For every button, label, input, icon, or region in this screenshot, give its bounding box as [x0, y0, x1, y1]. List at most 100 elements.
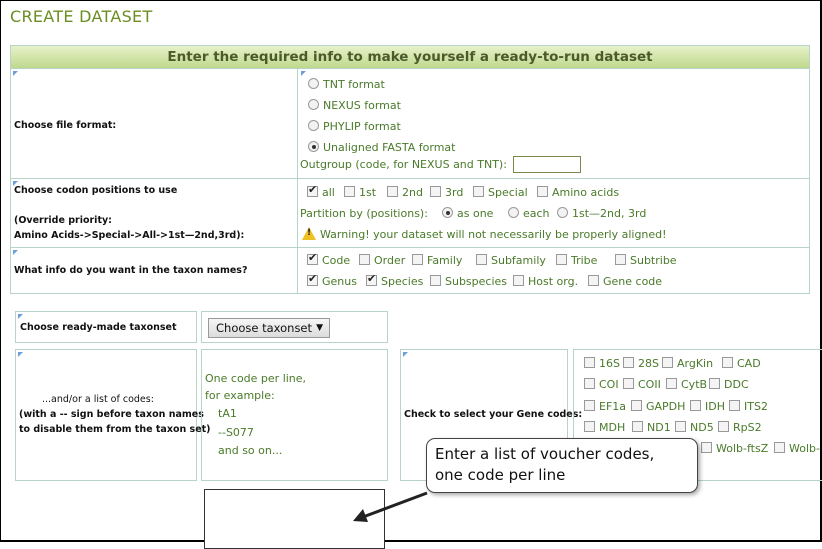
checkbox-icon[interactable]	[615, 254, 626, 265]
partition-1st-2nd-3rd[interactable]: 1st—2nd, 3rd	[557, 207, 646, 220]
codes-label-line2: (with a -- sign before taxon names	[19, 409, 204, 420]
checkbox-checked-icon[interactable]	[307, 183, 318, 197]
codes-hint-line2: for example:	[205, 389, 275, 402]
partition-as-one[interactable]: as one	[442, 207, 493, 220]
checkbox-icon[interactable]	[412, 254, 423, 265]
checkbox-icon[interactable]	[623, 357, 634, 368]
gene-cytb[interactable]: CytB	[666, 378, 707, 391]
taxon-host-org[interactable]: Host org.	[513, 275, 578, 288]
checkbox-icon[interactable]	[584, 421, 595, 432]
taxonset-select[interactable]: Choose taxonset ▼	[208, 318, 330, 338]
gene-wolb-more[interactable]: Wolb-	[774, 442, 820, 455]
checkbox-icon[interactable]	[690, 400, 701, 411]
taxon-code[interactable]: Code	[307, 251, 350, 267]
gene-its2[interactable]: ITS2	[729, 400, 768, 413]
checkbox-checked-icon[interactable]	[307, 272, 318, 286]
codon-1st[interactable]: 1st	[344, 186, 376, 199]
gene-argkin[interactable]: ArgKin	[662, 357, 713, 370]
checkbox-icon[interactable]	[584, 378, 595, 389]
checkbox-icon[interactable]	[513, 275, 524, 286]
checkbox-icon[interactable]	[718, 421, 729, 432]
format-option-nexus[interactable]: NEXUS format	[308, 99, 401, 112]
taxon-gene-code[interactable]: Gene code	[588, 275, 662, 288]
format-option-tnt[interactable]: TNT format	[308, 78, 385, 91]
codon-amino-acids[interactable]: Amino acids	[537, 186, 619, 199]
radio-selected-icon[interactable]	[308, 141, 319, 152]
gene-nd1[interactable]: ND1	[632, 421, 671, 434]
checkbox-icon[interactable]	[662, 357, 673, 368]
gene-coi[interactable]: COI	[584, 378, 619, 391]
radio-icon[interactable]	[308, 120, 319, 131]
partition-each[interactable]: each	[508, 207, 550, 220]
checkbox-icon[interactable]	[584, 357, 595, 368]
checkbox-icon[interactable]	[623, 378, 634, 389]
gene-28s[interactable]: 28S	[623, 357, 659, 370]
radio-icon[interactable]	[508, 207, 519, 218]
gene-gapdh[interactable]: GAPDH	[631, 400, 685, 413]
gene-rps2[interactable]: RpS2	[718, 421, 762, 434]
taxon-subtribe[interactable]: Subtribe	[615, 254, 677, 267]
checkbox-icon[interactable]	[709, 378, 720, 389]
codon-2nd[interactable]: 2nd	[387, 186, 423, 199]
codes-hint-line5: and so on...	[218, 444, 283, 457]
gene-mdh[interactable]: MDH	[584, 421, 625, 434]
gene-ddc[interactable]: DDC	[709, 378, 749, 391]
radio-selected-icon[interactable]	[442, 207, 453, 218]
taxon-genus[interactable]: Genus	[307, 272, 357, 288]
taxon-subspecies[interactable]: Subspecies	[430, 275, 507, 288]
gene-ef1a[interactable]: EF1a	[584, 400, 626, 413]
checkbox-icon[interactable]	[430, 186, 441, 197]
codes-hint-line4: --S077	[218, 426, 254, 439]
file-format-label-cell: Choose file format:	[11, 69, 298, 178]
checkbox-checked-icon[interactable]	[307, 251, 318, 265]
checkbox-icon[interactable]	[359, 254, 370, 265]
taxon-tribe[interactable]: Tribe	[556, 254, 597, 267]
checkbox-icon[interactable]	[537, 186, 548, 197]
checkbox-icon[interactable]	[632, 421, 643, 432]
checkbox-icon[interactable]	[774, 442, 785, 453]
radio-icon[interactable]	[308, 99, 319, 110]
checkbox-icon[interactable]	[556, 254, 567, 265]
codon-special[interactable]: Special	[473, 186, 528, 199]
checkbox-icon[interactable]	[430, 275, 441, 286]
checkbox-icon[interactable]	[631, 400, 642, 411]
format-option-phylip[interactable]: PHYLIP format	[308, 120, 401, 133]
codon-label: Choose codon positions to use	[14, 185, 178, 196]
callout-line2: one code per line	[435, 466, 566, 484]
taxon-species[interactable]: Species	[366, 272, 423, 288]
gene-idh[interactable]: IDH	[690, 400, 725, 413]
checkbox-checked-icon[interactable]	[366, 272, 377, 286]
taxon-subfamily[interactable]: Subfamily	[476, 254, 546, 267]
codon-3rd[interactable]: 3rd	[430, 186, 463, 199]
gene-coii[interactable]: COII	[623, 378, 661, 391]
codes-hint-line1: One code per line,	[205, 372, 307, 385]
gene-nd5[interactable]: ND5	[675, 421, 714, 434]
checkbox-icon[interactable]	[344, 186, 355, 197]
corner-marker-icon	[18, 314, 23, 319]
codon-options: all 1st 2nd 3rd Special Amino acids Part…	[299, 179, 809, 247]
checkbox-icon[interactable]	[722, 357, 733, 368]
checkbox-icon[interactable]	[584, 400, 595, 411]
checkbox-icon[interactable]	[666, 378, 677, 389]
outgroup-input[interactable]	[513, 156, 581, 173]
radio-icon[interactable]	[308, 78, 319, 89]
checkbox-icon[interactable]	[588, 275, 599, 286]
codon-all[interactable]: all	[307, 183, 335, 199]
gene-16s[interactable]: 16S	[584, 357, 620, 370]
format-option-fasta[interactable]: Unaligned FASTA format	[308, 141, 456, 154]
checkbox-icon[interactable]	[473, 186, 484, 197]
taxon-order[interactable]: Order	[359, 254, 405, 267]
gene-wolb-ftsz[interactable]: Wolb-ftsZ	[701, 442, 768, 455]
checkbox-icon[interactable]	[675, 421, 686, 432]
file-format-row: Choose file format: TNT format NEXUS for…	[11, 68, 809, 178]
checkbox-icon[interactable]	[701, 442, 712, 453]
radio-icon[interactable]	[557, 207, 568, 218]
checkbox-icon[interactable]	[387, 186, 398, 197]
taxonset-label: Choose ready-made taxonset	[20, 322, 177, 333]
corner-marker-icon	[301, 71, 306, 76]
form-header: Enter the required info to make yourself…	[11, 46, 809, 68]
checkbox-icon[interactable]	[729, 400, 740, 411]
gene-cad[interactable]: CAD	[722, 357, 761, 370]
checkbox-icon[interactable]	[476, 254, 487, 265]
taxon-family[interactable]: Family	[412, 254, 462, 267]
